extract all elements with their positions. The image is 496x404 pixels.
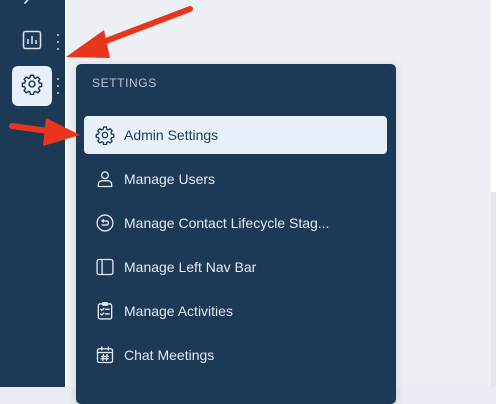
nav-item-partial[interactable] — [12, 0, 52, 18]
menu-item-label: Manage Activities — [124, 303, 233, 319]
nav-item-reports-more[interactable] — [54, 34, 62, 50]
menu-item-label: Admin Settings — [124, 127, 219, 143]
menu-item-admin-settings[interactable]: Admin Settings — [84, 116, 387, 154]
gear-icon — [94, 124, 116, 146]
nav-item-settings[interactable] — [12, 66, 52, 106]
menu-item-chat-meetings[interactable]: Chat Meetings — [84, 336, 387, 374]
settings-menu-header: SETTINGS — [92, 76, 157, 90]
menu-item-label: Chat Meetings — [124, 347, 215, 363]
menu-item-manage-activities[interactable]: Manage Activities — [84, 292, 387, 330]
nav-divider — [65, 0, 67, 387]
gear-icon — [21, 73, 43, 100]
sidebar-layout-icon — [94, 256, 116, 278]
menu-item-manage-users[interactable]: Manage Users — [84, 160, 387, 198]
nav-item-reports[interactable] — [12, 22, 52, 62]
partial-icon — [21, 0, 43, 12]
right-panel-edge-lower — [491, 192, 496, 387]
user-icon — [94, 168, 116, 190]
menu-item-manage-lifecycle-stages[interactable]: Manage Contact Lifecycle Stag... — [84, 204, 387, 242]
menu-item-label: Manage Contact Lifecycle Stag... — [124, 215, 330, 231]
menu-item-label: Manage Left Nav Bar — [124, 259, 257, 275]
checklist-icon — [94, 300, 116, 322]
right-panel-edge — [491, 0, 496, 192]
left-nav-bar — [0, 0, 65, 387]
calendar-icon — [94, 344, 116, 366]
bar-chart-icon — [21, 29, 43, 56]
settings-menu: SETTINGS Admin Settings Manage Users Man… — [76, 64, 396, 404]
nav-item-settings-more[interactable] — [54, 78, 62, 94]
menu-item-manage-left-nav[interactable]: Manage Left Nav Bar — [84, 248, 387, 286]
lifecycle-icon — [94, 212, 116, 234]
menu-item-label: Manage Users — [124, 171, 216, 187]
